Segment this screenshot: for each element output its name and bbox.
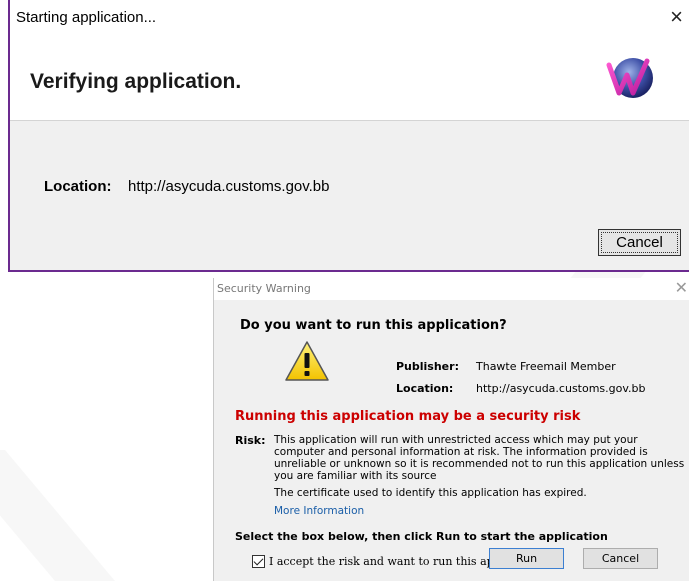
run-button[interactable]: Run	[489, 548, 564, 569]
run-question: Do you want to run this application?	[240, 318, 507, 333]
location-value: http://asycuda.customs.gov.bb	[128, 178, 330, 195]
more-information-link[interactable]: More Information	[274, 505, 364, 517]
publisher-value: Thawte Freemail Member	[476, 360, 616, 373]
title-bar: Security Warning ✕	[214, 278, 689, 300]
location-label: Location:	[44, 178, 112, 195]
close-icon[interactable]: ✕	[675, 278, 688, 298]
webstart-w-icon	[606, 58, 653, 98]
certificate-expired-text: The certificate used to identify this ap…	[274, 487, 587, 499]
risk-label: Risk:	[235, 434, 266, 447]
risk-description: This application will run with unrestric…	[274, 434, 685, 482]
verifying-heading: Verifying application.	[30, 70, 242, 93]
dialog-title: Security Warning	[217, 282, 311, 295]
select-instruction: Select the box below, then click Run to …	[235, 530, 608, 543]
location-label: Location:	[396, 382, 454, 395]
cancel-button[interactable]: Cancel	[598, 229, 681, 256]
location-value: http://asycuda.customs.gov.bb	[476, 382, 646, 395]
publisher-label: Publisher:	[396, 360, 459, 373]
warning-triangle-icon	[285, 341, 329, 381]
close-icon[interactable]: ×	[670, 6, 683, 28]
dialog-body: Location: http://asycuda.customs.gov.bb …	[10, 120, 689, 270]
risk-heading: Running this application may be a securi…	[235, 409, 581, 424]
starting-application-dialog: Starting application... × Verifying appl…	[8, 0, 689, 272]
accept-risk-checkbox[interactable]	[252, 554, 265, 568]
cancel-button[interactable]: Cancel	[583, 548, 658, 569]
security-warning-dialog: Security Warning ✕ Do you want to run th…	[213, 278, 689, 581]
dialog-title: Starting application...	[16, 9, 157, 26]
background-stripe	[0, 450, 115, 581]
